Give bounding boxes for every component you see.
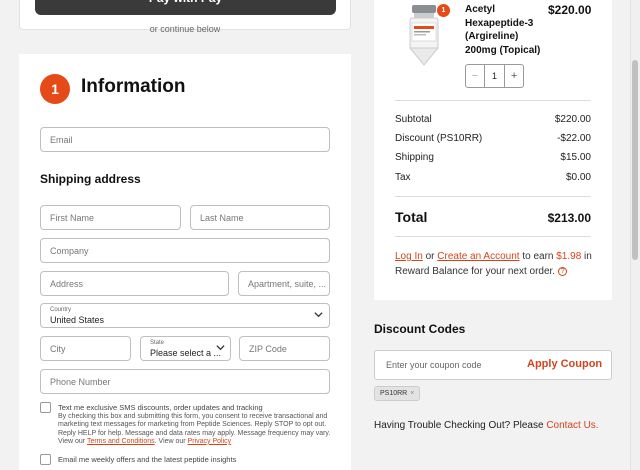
- apple-pay-button[interactable]: Pay with Pay: [35, 0, 336, 15]
- city-field[interactable]: City: [40, 336, 131, 361]
- quantity-stepper: − 1 +: [465, 64, 524, 88]
- phone-field[interactable]: Phone Number: [40, 369, 330, 394]
- zip-field[interactable]: ZIP Code: [239, 336, 330, 361]
- first-name-placeholder: First Name: [50, 212, 95, 223]
- checkout-help-text: Having Trouble Checking Out? Please Cont…: [374, 420, 599, 431]
- address-field[interactable]: Address: [40, 271, 229, 296]
- discount-value: -$22.00: [557, 133, 591, 144]
- divider: [395, 100, 591, 101]
- subtotal-value: $220.00: [554, 114, 591, 125]
- subtotal-label: Subtotal: [395, 114, 432, 125]
- email-offers-checkbox[interactable]: [40, 454, 51, 465]
- state-select[interactable]: State Please select a ...: [140, 336, 231, 361]
- company-field[interactable]: Company: [40, 238, 330, 263]
- terms-link[interactable]: Terms and Conditions: [87, 438, 155, 445]
- discount-codes-title: Discount Codes: [374, 322, 466, 336]
- sms-consent-text: By checking this box and submitting this…: [58, 413, 333, 446]
- country-value: United States: [50, 315, 105, 325]
- last-name-placeholder: Last Name: [200, 212, 244, 223]
- step-number-badge: 1: [40, 74, 70, 104]
- divider: [395, 236, 591, 237]
- country-select[interactable]: Country United States: [40, 303, 330, 328]
- email-offers-label: Email me weekly offers and the latest pe…: [58, 455, 237, 464]
- privacy-link[interactable]: Privacy Policy: [188, 438, 232, 445]
- total-label: Total: [395, 209, 428, 225]
- tax-label: Tax: [395, 172, 411, 183]
- contact-us-link[interactable]: Contact Us.: [546, 420, 598, 431]
- state-label: State: [150, 340, 165, 346]
- or-continue-text: or continue below: [149, 24, 221, 34]
- reward-balance-text: Log In or Create an Account to earn $1.9…: [395, 249, 595, 279]
- quantity-value[interactable]: 1: [485, 65, 505, 87]
- applied-coupon-code: PS10RR: [380, 390, 408, 397]
- information-title: Information: [81, 76, 186, 97]
- email-field[interactable]: Email: [40, 127, 330, 152]
- chevron-down-icon: [314, 310, 323, 322]
- last-name-field[interactable]: Last Name: [190, 205, 330, 230]
- state-value: Please select a ...: [150, 348, 222, 358]
- shipping-address-title: Shipping address: [40, 172, 141, 186]
- sms-checkbox-label: Text me exclusive SMS discounts, order u…: [58, 403, 263, 412]
- email-placeholder: Email: [50, 134, 73, 145]
- product-price: $220.00: [548, 3, 592, 17]
- chevron-down-icon: [216, 343, 225, 355]
- shipping-value: $15.00: [560, 152, 591, 163]
- product-name: Acetyl Hexapeptide-3 (Argireline) 200mg …: [465, 4, 541, 56]
- applied-coupon-tag: PS10RR ×: [374, 386, 421, 401]
- first-name-field[interactable]: First Name: [40, 205, 181, 230]
- help-text: Having Trouble Checking Out? Please: [374, 420, 547, 431]
- company-placeholder: Company: [50, 245, 89, 256]
- create-account-link[interactable]: Create an Account: [437, 251, 519, 262]
- apartment-field[interactable]: Apartment, suite, ...: [238, 271, 330, 296]
- reward-or: or: [422, 251, 438, 262]
- reward-earn: to earn: [519, 251, 557, 262]
- country-label: Country: [50, 307, 72, 313]
- apartment-placeholder: Apartment, suite, ...: [248, 278, 327, 289]
- sms-checkbox[interactable]: [40, 402, 51, 413]
- scrollbar-thumb[interactable]: [632, 60, 638, 260]
- remove-coupon-icon[interactable]: ×: [410, 390, 414, 397]
- tax-value: $0.00: [565, 172, 591, 183]
- help-info-icon[interactable]: ?: [558, 266, 568, 276]
- coupon-placeholder: Enter your coupon code: [386, 360, 482, 370]
- apply-coupon-button[interactable]: Apply Coupon: [527, 358, 602, 370]
- increase-quantity-button[interactable]: +: [504, 65, 523, 87]
- city-placeholder: City: [50, 343, 66, 354]
- discount-label: Discount (PS10RR): [395, 133, 483, 144]
- shipping-label: Shipping: [395, 152, 434, 163]
- address-placeholder: Address: [50, 278, 84, 289]
- decrease-quantity-button[interactable]: −: [466, 65, 485, 87]
- phone-placeholder: Phone Number: [50, 376, 111, 387]
- login-link[interactable]: Log In: [395, 251, 423, 262]
- divider: [395, 196, 591, 197]
- item-quantity-badge: 1: [437, 4, 450, 17]
- reward-amount: $1.98: [556, 251, 582, 262]
- zip-placeholder: ZIP Code: [249, 343, 287, 354]
- sms-consent-part-2: . View our: [154, 437, 188, 445]
- total-value: $213.00: [547, 211, 591, 225]
